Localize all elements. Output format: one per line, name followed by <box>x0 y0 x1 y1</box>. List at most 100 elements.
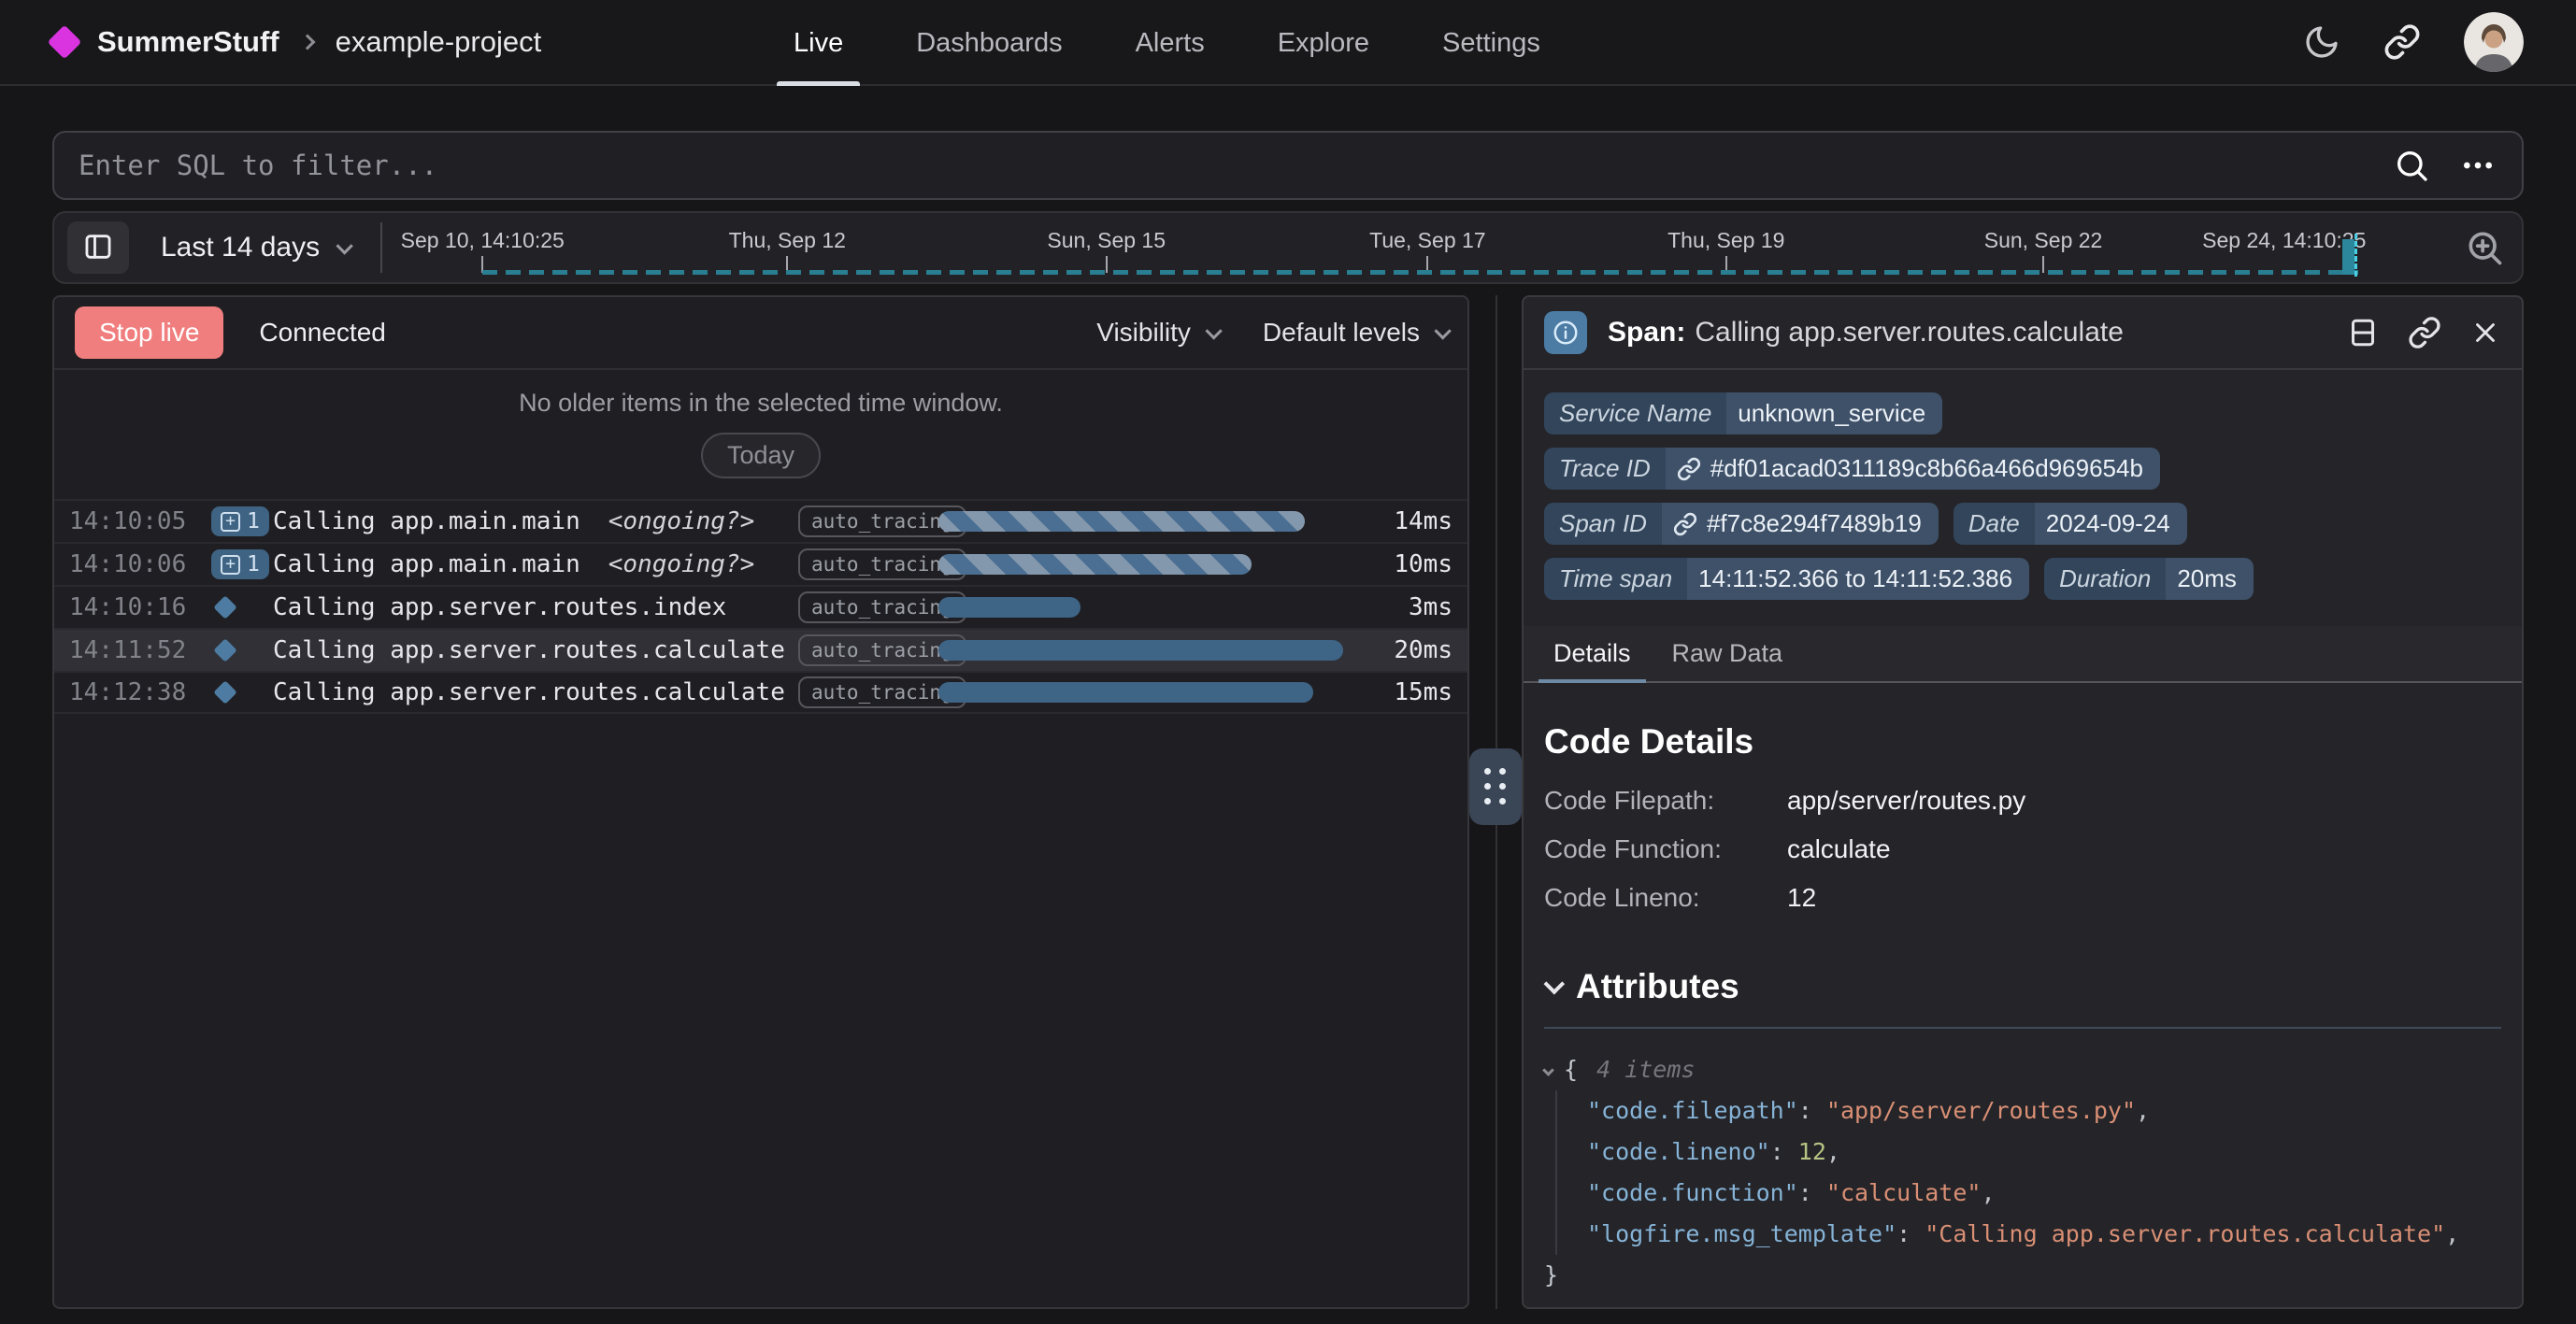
attributes-json: { 4 items "code.filepath": "app/server/r… <box>1544 1049 2501 1296</box>
badge-label: Trace ID <box>1544 448 1666 490</box>
trace-icon-cell <box>211 599 273 616</box>
empty-message: No older items in the selected time wind… <box>54 389 1467 418</box>
logo-diamond-icon[interactable] <box>48 25 82 60</box>
span-detail-body: Code Details Code Filepath:app/server/ro… <box>1524 683 2522 1307</box>
chevron-down-icon <box>336 237 353 254</box>
project-name[interactable]: example-project <box>336 25 542 59</box>
json-key: "code.lineno" <box>1587 1138 1770 1165</box>
tab-live[interactable]: Live <box>790 0 847 86</box>
trace-message: Calling app.server.routes.calculate <box>273 636 798 664</box>
avatar[interactable] <box>2464 12 2524 72</box>
child-count: 1 <box>247 509 260 534</box>
child-count: 1 <box>247 552 260 577</box>
timeline-tick-label: Thu, Sep 12 <box>729 228 846 253</box>
connection-status: Connected <box>259 318 385 348</box>
sidebar-toggle-button[interactable] <box>67 221 129 274</box>
duration-bar-track <box>938 682 1368 703</box>
moon-icon <box>2303 23 2340 61</box>
tab-dashboards[interactable]: Dashboards <box>912 0 1066 86</box>
today-button[interactable]: Today <box>701 433 821 478</box>
ongoing-suffix: <ongoing?> <box>608 550 755 578</box>
zoom-in-icon <box>2464 227 2505 268</box>
copy-span-link-button[interactable] <box>2408 316 2441 349</box>
duration-bar <box>938 597 1080 618</box>
share-link-button[interactable] <box>2383 23 2421 61</box>
timeline-tick-label: Thu, Sep 19 <box>1667 228 1784 253</box>
badge-span-id[interactable]: Span ID#f7c8e294f7489b19 <box>1544 503 1939 545</box>
trace-message: Calling app.main.main<ongoing?> <box>273 550 798 578</box>
search-button[interactable] <box>2393 147 2430 184</box>
timeline-zoom-button[interactable] <box>2464 227 2505 268</box>
trace-row[interactable]: 14:12:38Calling app.server.routes.calcul… <box>54 671 1467 714</box>
collapsed-children-badge[interactable]: +1 <box>211 549 269 579</box>
tab-explore[interactable]: Explore <box>1274 0 1373 86</box>
trace-row[interactable]: 14:10:05+1Calling app.main.main<ongoing?… <box>54 499 1467 542</box>
code-detail-label: Code Lineno: <box>1544 883 1787 913</box>
json-key: "logfire.msg_template" <box>1587 1220 1896 1247</box>
json-collapse-icon[interactable] <box>1542 1064 1554 1076</box>
trace-tag-cell: auto_tracing <box>798 591 938 623</box>
chevron-down-icon <box>1205 322 1222 339</box>
search-icon <box>2393 147 2430 184</box>
duration-bar-track <box>938 554 1368 575</box>
duration-bar <box>938 511 1305 532</box>
badge-value: #f7c8e294f7489b19 <box>1662 503 1939 545</box>
timeline[interactable]: Sep 10, 14:10:25Thu, Sep 12Sun, Sep 15Tu… <box>390 213 2449 282</box>
stop-live-button[interactable]: Stop live <box>75 306 223 359</box>
trace-timestamp: 14:10:16 <box>69 593 211 621</box>
trace-row[interactable]: 14:10:06+1Calling app.main.main<ongoing?… <box>54 542 1467 585</box>
code-details-rows: Code Filepath:app/server/routes.pyCode F… <box>1544 786 2501 913</box>
badge-trace-id[interactable]: Trace ID#df01acad0311189c8b66a466d969654… <box>1544 448 2160 490</box>
json-value: "calculate" <box>1826 1179 1982 1206</box>
duration-bar <box>938 640 1343 661</box>
duration-bar-track <box>938 511 1368 532</box>
tab-settings[interactable]: Settings <box>1438 0 1544 86</box>
default-levels-dropdown[interactable]: Default levels <box>1263 318 1447 348</box>
chevron-down-icon <box>1434 322 1451 339</box>
trace-icon-cell: +1 <box>211 549 273 579</box>
filter-menu-button[interactable] <box>2458 147 2497 184</box>
panel-left-icon <box>82 231 114 265</box>
visibility-dropdown[interactable]: Visibility <box>1096 318 1218 348</box>
close-panel-button[interactable] <box>2469 317 2501 349</box>
badge-duration: Duration20ms <box>2044 558 2254 600</box>
org-name[interactable]: SummerStuff <box>97 25 279 59</box>
span-title: Span:Calling app.server.routes.calculate <box>1608 317 2124 349</box>
time-range-select[interactable]: Last 14 days <box>161 232 349 263</box>
trace-row[interactable]: 14:10:16Calling app.server.routes.indexa… <box>54 585 1467 628</box>
json-value: 12 <box>1798 1138 1826 1165</box>
json-entry: "code.function": "calculate", <box>1587 1173 2501 1214</box>
live-panel-header: Stop live Connected Visibility Default l… <box>54 297 1467 370</box>
timeline-tick-label: Sun, Sep 15 <box>1047 228 1166 253</box>
code-detail-value: calculate <box>1787 834 2501 864</box>
trace-tag-cell: auto_tracing <box>798 548 938 580</box>
theme-toggle-button[interactable] <box>2303 23 2340 61</box>
trace-row[interactable]: 14:11:52Calling app.server.routes.calcul… <box>54 628 1467 671</box>
main-content: Last 14 days Sep 10, 14:10:25Thu, Sep 12… <box>0 131 2576 1309</box>
detail-tabs: DetailsRaw Data <box>1524 626 2522 683</box>
ongoing-suffix: <ongoing?> <box>608 507 755 535</box>
code-detail-value: app/server/routes.py <box>1787 786 2501 816</box>
sql-filter-input[interactable] <box>79 149 2376 181</box>
panel-resize-handle[interactable] <box>1469 748 1522 825</box>
breadcrumb-chevron-icon <box>299 35 315 50</box>
layout-toggle-button[interactable] <box>2346 316 2380 349</box>
detail-tab-details[interactable]: Details <box>1533 626 1652 681</box>
tab-alerts[interactable]: Alerts <box>1132 0 1209 86</box>
json-open-brace: { <box>1564 1049 1578 1090</box>
json-close-brace: } <box>1544 1255 2501 1296</box>
collapsed-children-badge[interactable]: +1 <box>211 506 269 536</box>
link-icon <box>2383 23 2421 61</box>
detail-tab-raw-data[interactable]: Raw Data <box>1652 626 1804 681</box>
timeline-activity-baseline <box>482 270 2358 275</box>
trace-message-text: Calling app.server.routes.calculate <box>273 678 785 706</box>
attributes-toggle[interactable]: Attributes <box>1544 967 2501 1006</box>
breadcrumb: SummerStuff example-project <box>52 25 541 59</box>
sql-filter-bar <box>52 131 2524 200</box>
badge-label: Service Name <box>1544 392 1726 434</box>
badge-label: Date <box>1953 503 2035 545</box>
code-detail-label: Code Filepath: <box>1544 786 1787 816</box>
trace-duration: 20ms <box>1368 636 1453 664</box>
trace-duration: 14ms <box>1368 507 1453 535</box>
info-icon <box>1544 311 1587 354</box>
